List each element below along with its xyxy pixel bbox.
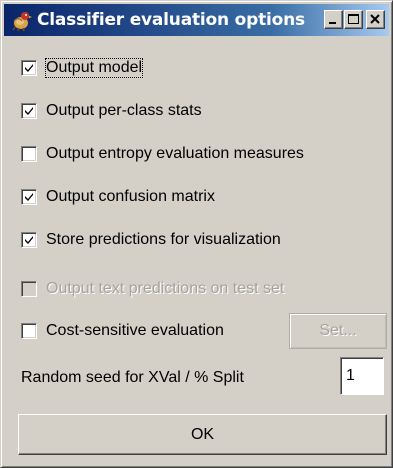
option-output-model[interactable]: Output model: [21, 56, 144, 80]
output-entropy-evaluation-measures-label: Output entropy evaluation measures: [46, 145, 304, 162]
random-seed-input[interactable]: [340, 357, 384, 395]
weka-bird-icon: [11, 10, 32, 32]
option-output-per-class-stats[interactable]: Output per-class stats: [21, 99, 202, 123]
option-output-entropy-evaluation-measures[interactable]: Output entropy evaluation measures: [21, 142, 304, 166]
cost-matrix-set-button: Set...: [289, 313, 387, 349]
output-text-predictions-on-test-set-label: Output text predictions on test set: [46, 280, 285, 297]
window-title: Classifier evaluation options: [37, 10, 305, 30]
maximize-button[interactable]: [344, 10, 363, 29]
checkmark-icon: [25, 64, 33, 72]
output-entropy-evaluation-measures-checkbox[interactable]: [21, 146, 37, 162]
output-per-class-stats-checkbox[interactable]: [21, 103, 37, 119]
cost-sensitive-evaluation-checkbox[interactable]: [21, 323, 37, 339]
output-model-checkbox[interactable]: [21, 60, 37, 76]
random-seed-label: Random seed for XVal / % Split: [21, 369, 244, 386]
classifier-evaluation-options-dialog: Classifier evaluation options Output mod…: [0, 0, 393, 468]
option-store-predictions-for-visualization[interactable]: Store predictions for visualization: [21, 228, 281, 252]
checkmark-icon: [25, 193, 33, 201]
output-text-predictions-on-test-set-checkbox: [21, 281, 37, 297]
output-confusion-matrix-checkbox[interactable]: [21, 189, 37, 205]
option-cost-sensitive-evaluation[interactable]: Cost-sensitive evaluation: [21, 319, 224, 343]
checkmark-icon: [25, 236, 33, 244]
title-bar[interactable]: Classifier evaluation options: [4, 4, 389, 36]
output-model-label: Output model: [44, 58, 144, 78]
checkmark-icon: [25, 107, 33, 115]
minimize-button[interactable]: [324, 10, 343, 29]
output-confusion-matrix-label: Output confusion matrix: [46, 188, 215, 205]
cost-sensitive-evaluation-label: Cost-sensitive evaluation: [46, 322, 224, 339]
close-button[interactable]: [366, 10, 385, 29]
ok-button[interactable]: OK: [18, 414, 387, 455]
option-output-confusion-matrix[interactable]: Output confusion matrix: [21, 185, 215, 209]
output-per-class-stats-label: Output per-class stats: [46, 102, 202, 119]
store-predictions-for-visualization-label: Store predictions for visualization: [46, 231, 281, 248]
option-output-text-predictions-on-test-set: Output text predictions on test set: [21, 277, 284, 301]
store-predictions-for-visualization-checkbox[interactable]: [21, 232, 37, 248]
